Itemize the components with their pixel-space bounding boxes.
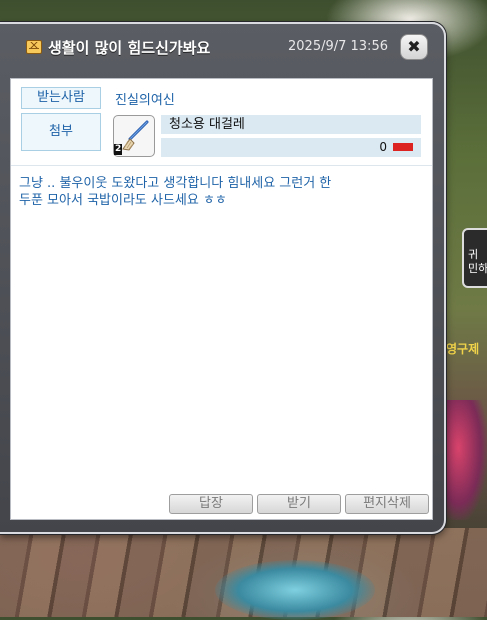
- meso-amount: 0: [379, 140, 387, 154]
- envelope-icon: [26, 40, 42, 54]
- npc-side-tab[interactable]: 귀 민하: [462, 228, 487, 288]
- meso-icon: [393, 143, 413, 151]
- attachment-label: 첨부: [21, 113, 101, 151]
- recipient-label: 받는사람: [21, 87, 101, 109]
- reply-button[interactable]: 답장: [169, 494, 253, 514]
- close-icon: ✖: [407, 37, 421, 56]
- background-portal-glow: [215, 560, 375, 620]
- window-title: 생활이 많이 힘드신가봐요: [48, 39, 211, 57]
- recipient-name: 진실의여신: [115, 93, 175, 108]
- receive-button[interactable]: 받기: [257, 494, 341, 514]
- mail-window: 생활이 많이 힘드신가봐요 2025/9/7 13:56 ✖ 받는사람 진실의여…: [0, 22, 446, 534]
- content-divider: [11, 165, 432, 166]
- window-titlebar[interactable]: 생활이 많이 힘드신가봐요 2025/9/7 13:56 ✖: [0, 32, 444, 62]
- attachment-item-name: 청소용 대걸레: [161, 115, 421, 134]
- mail-content-panel: 받는사람 진실의여신 첨부 2 청소용 대걸레 0 그냥 .. 불우이웃 도왔다…: [10, 78, 433, 520]
- attachment-item-slot[interactable]: 2: [113, 115, 155, 157]
- mail-message-body: 그냥 .. 불우이웃 도왔다고 생각합니다 힘내세요 그런거 한 두푼 모아서 …: [19, 176, 332, 208]
- close-button[interactable]: ✖: [400, 34, 428, 60]
- item-quantity: 2: [114, 144, 123, 155]
- delete-mail-button[interactable]: 편지삭제: [345, 494, 429, 514]
- mail-date: 2025/9/7 13:56: [288, 39, 388, 54]
- attachment-meso: 0: [161, 138, 421, 157]
- npc-name-label: 영구제: [446, 342, 480, 356]
